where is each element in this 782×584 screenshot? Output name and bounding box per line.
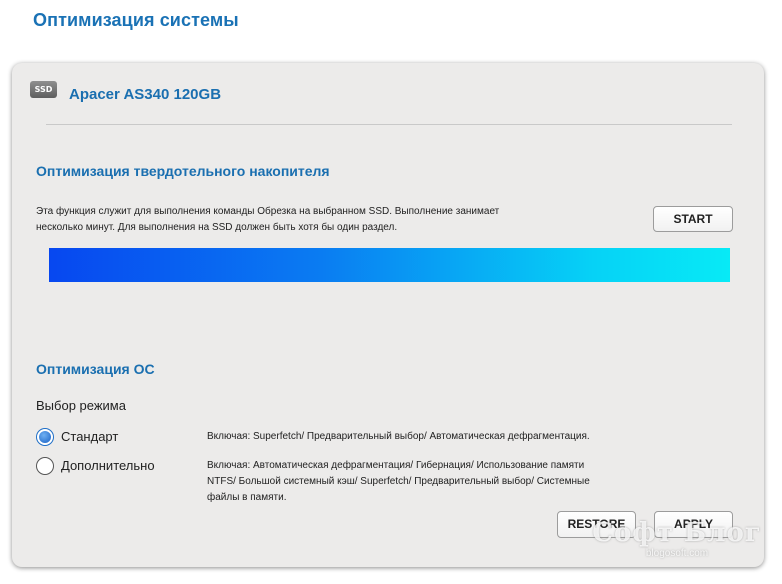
os-optimization-title: Оптимизация ОС [36, 361, 155, 377]
restore-button[interactable]: RESTORE [557, 511, 636, 538]
ssd-optimization-description: Эта функция служит для выполнения команд… [36, 204, 526, 236]
advanced-description-line: NTFS/ Большой системный кэш/ Superfetch/… [207, 476, 590, 487]
start-button[interactable]: START [653, 206, 733, 232]
divider [46, 124, 732, 125]
advanced-mode-description: Включая: Автоматическая дефрагментация/ … [207, 458, 602, 506]
ssd-icon: SSD [30, 81, 57, 98]
standard-description-line: Включая: Superfetch/ Предварительный выб… [207, 431, 590, 442]
drive-name: Apacer AS340 120GB [69, 86, 222, 103]
advanced-description-line: Включая: Автоматическая дефрагментация/ … [207, 460, 585, 471]
trim-progress-bar [49, 248, 730, 282]
page-title: Оптимизация системы [33, 10, 239, 30]
drive-panel: SSD Apacer AS340 120GB Оптимизация тверд… [12, 63, 764, 567]
advanced-mode-radio[interactable] [36, 457, 54, 475]
standard-mode-radio[interactable] [36, 428, 54, 446]
standard-mode-description: Включая: Superfetch/ Предварительный выб… [207, 429, 607, 445]
watermark-sub-text: blogosoft.com [645, 548, 709, 559]
mode-selection-label: Выбор режима [36, 398, 126, 413]
ssd-description-line: Эта функция служит для выполнения команд… [36, 206, 500, 217]
standard-mode-label[interactable]: Стандарт [61, 429, 118, 444]
apply-button[interactable]: APPLY [654, 511, 733, 538]
advanced-mode-label[interactable]: Дополнительно [61, 458, 155, 473]
ssd-optimization-title: Оптимизация твердотельного накопителя [36, 163, 330, 179]
ssd-description-line: несколько минут. Для выполнения на SSD д… [36, 222, 398, 233]
advanced-description-line: файлы в памяти. [207, 492, 287, 503]
